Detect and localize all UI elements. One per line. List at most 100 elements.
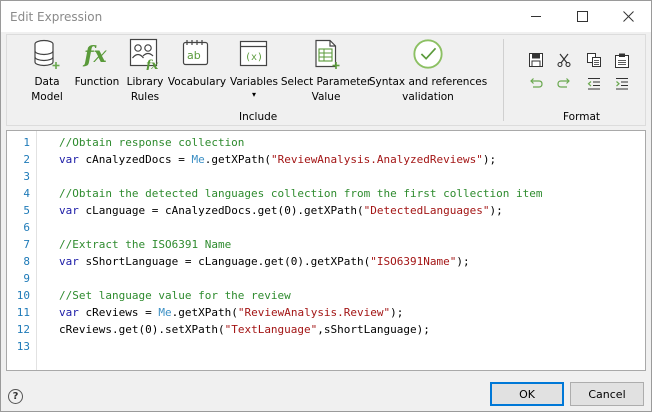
code-token: ); <box>390 306 404 319</box>
code-line[interactable]: var cLanguage = cAnalyzedDocs.get(0).get… <box>59 202 503 219</box>
svg-text:(x): (x) <box>245 52 263 63</box>
ribbon-toolbar: Data Model fx Function fx Library Rules … <box>6 34 646 126</box>
code-line[interactable]: //Extract the ISO6391 Name <box>59 236 231 253</box>
code-token: ,sShortLanguage); <box>317 323 430 336</box>
chevron-down-icon: ▾ <box>251 90 256 99</box>
line-number: 12 <box>16 323 30 336</box>
maximize-icon <box>576 11 588 22</box>
close-button[interactable] <box>605 1 651 32</box>
outdent-icon <box>587 78 600 90</box>
code-line[interactable]: //Set language value for the review <box>59 287 291 304</box>
code-token: //Set language value for the review <box>59 289 291 302</box>
code-line[interactable]: //Obtain response collection <box>59 134 244 151</box>
indent-button[interactable] <box>613 75 631 93</box>
database-icon <box>31 37 63 71</box>
code-token: cReviews.get( <box>59 323 146 336</box>
code-line[interactable]: cReviews.get(0).setXPath("TextLanguage",… <box>59 321 430 338</box>
vocabulary-icon: ab <box>181 37 213 71</box>
line-number: 5 <box>23 204 30 217</box>
library-rules-label: Library Rules <box>126 76 164 103</box>
maximize-button[interactable] <box>559 1 605 32</box>
ok-button[interactable]: OK <box>490 382 564 406</box>
library-rules-button[interactable]: fx Library Rules <box>125 37 165 113</box>
code-line[interactable]: var sShortLanguage = cLanguage.get(0).ge… <box>59 253 470 270</box>
select-parameter-value-button[interactable]: Select Parameter Value <box>280 37 372 113</box>
function-fx-icon: fx <box>81 37 113 71</box>
line-number: 13 <box>16 340 30 353</box>
svg-text:fx: fx <box>145 58 159 70</box>
line-number: 9 <box>23 272 30 285</box>
line-number: 11 <box>16 306 30 319</box>
code-token: Me <box>191 153 205 166</box>
function-button[interactable]: fx Function <box>73 37 121 113</box>
code-token: ); <box>489 204 503 217</box>
line-number-gutter: 1 2 3 4 5 6 7 8 9 10 11 12 13 <box>7 131 37 370</box>
syntax-validation-button[interactable]: Syntax and references validation <box>369 37 487 113</box>
code-line[interactable]: var cReviews = Me.getXPath("ReviewAnalys… <box>59 304 403 321</box>
code-token: //Extract the ISO6391 Name <box>59 238 232 251</box>
line-number: 2 <box>23 153 30 166</box>
svg-text:ab: ab <box>187 49 201 62</box>
code-token: ).getXPath( <box>290 204 364 217</box>
code-token: .getXPath( <box>204 153 271 166</box>
paste-icon <box>615 53 629 68</box>
select-parameter-value-label: Select Parameter Value <box>280 76 372 103</box>
data-model-label: Data Model <box>31 76 63 103</box>
code-editor[interactable]: 1 2 3 4 5 6 7 8 9 10 11 12 13 //Obtain response coll… <box>6 130 646 371</box>
cancel-button[interactable]: Cancel <box>570 382 644 406</box>
code-token: cAnalyzedDocs = <box>78 153 192 166</box>
include-group-label: Include <box>239 111 278 123</box>
vocabulary-label: Vocabulary <box>167 76 227 88</box>
function-label: Function <box>74 76 120 88</box>
code-token: Me <box>158 306 172 319</box>
paste-button[interactable] <box>613 51 631 69</box>
copy-button[interactable] <box>585 51 603 69</box>
code-token: ).setXPath( <box>151 323 225 336</box>
code-token: ); <box>456 255 470 268</box>
help-icon[interactable]: ? <box>8 389 23 404</box>
code-token: var <box>59 255 79 268</box>
code-token: ).getXPath( <box>297 255 371 268</box>
syntax-validation-label: Syntax and references validation <box>368 76 488 103</box>
undo-icon <box>530 78 543 88</box>
window-title: Edit Expression <box>10 10 103 24</box>
redo-button[interactable] <box>555 75 573 93</box>
copy-icon <box>587 53 601 67</box>
save-icon <box>529 53 543 67</box>
variables-icon: (x) <box>238 37 270 71</box>
ribbon-separator <box>503 39 504 121</box>
format-group-label: Format <box>563 111 601 123</box>
undo-button[interactable] <box>527 75 545 93</box>
code-token: .getXPath( <box>171 306 238 319</box>
line-number: 8 <box>23 255 30 268</box>
code-token: sShortLanguage = cLanguage.get( <box>78 255 291 268</box>
title-bar: Edit Expression <box>1 1 651 32</box>
code-token: var <box>59 306 79 319</box>
line-number: 1 <box>23 136 30 149</box>
table-plus-icon <box>310 37 342 71</box>
vocabulary-button[interactable]: ab Vocabulary <box>167 37 227 113</box>
code-token: "ReviewAnalysis.Review" <box>237 306 391 319</box>
line-number: 4 <box>23 187 30 200</box>
edit-expression-dialog: Edit Expression Data Model fx Function f… <box>0 0 652 412</box>
variables-label: Variables ▾ <box>230 76 278 99</box>
code-token: var <box>59 204 79 217</box>
code-line[interactable]: //Obtain the detected languages collecti… <box>59 185 542 202</box>
code-token: //Obtain response collection <box>59 136 245 149</box>
save-button[interactable] <box>527 51 545 69</box>
cut-button[interactable] <box>555 51 573 69</box>
code-token: "DetectedLanguages" <box>363 204 490 217</box>
minimize-button[interactable] <box>513 1 559 32</box>
outdent-button[interactable] <box>585 75 603 93</box>
code-token: cReviews = <box>78 306 159 319</box>
variables-button[interactable]: (x) Variables ▾ <box>229 37 279 113</box>
line-number: 6 <box>23 221 30 234</box>
data-model-button[interactable]: Data Model <box>27 37 67 113</box>
code-line[interactable]: var cAnalyzedDocs = Me.getXPath("ReviewA… <box>59 151 496 168</box>
close-icon <box>622 11 634 22</box>
line-number: 7 <box>23 238 30 251</box>
code-token: var <box>59 153 79 166</box>
library-rules-icon: fx <box>129 37 161 71</box>
checkmark-circle-icon <box>412 37 444 71</box>
code-token: "TextLanguage" <box>224 323 318 336</box>
